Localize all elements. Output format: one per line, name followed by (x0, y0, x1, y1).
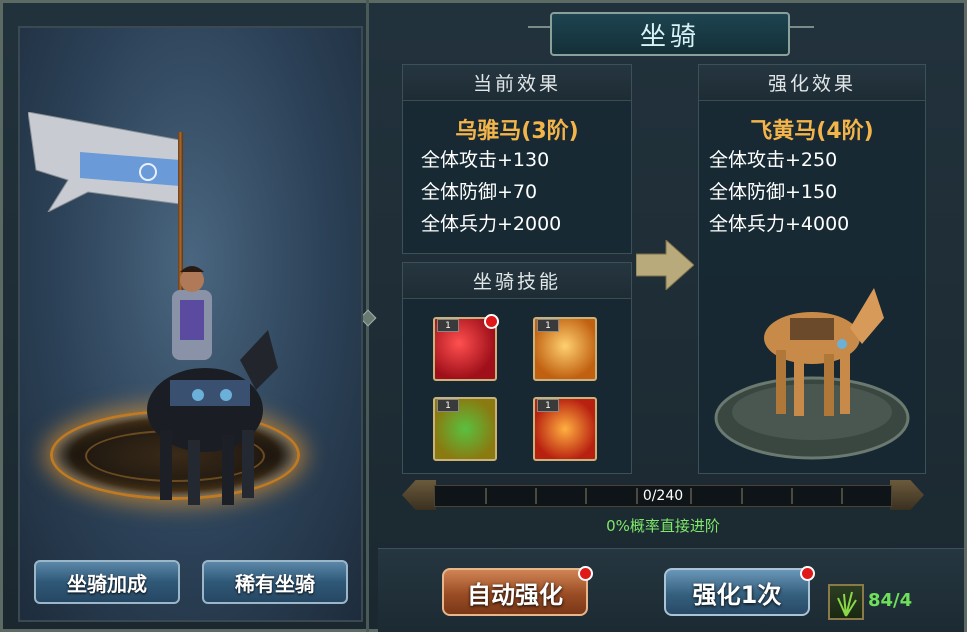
auto-enhance-button[interactable]: 自动强化 (442, 568, 588, 616)
rider-on-black-horse-icon (147, 266, 278, 505)
enhanced-stat-troops: 全体兵力+4000 (709, 213, 850, 235)
skill-level-label: 1 (537, 399, 559, 412)
enhanced-stat-attack: 全体攻击+250 (709, 149, 838, 171)
skill-level-label: 1 (537, 319, 559, 332)
progress-cap-right (890, 480, 924, 510)
enhanced-effect-header: 强化效果 (699, 65, 925, 101)
mount-bonus-button[interactable]: 坐骑加成 (34, 560, 180, 604)
enhance-once-button[interactable]: 强化1次 (664, 568, 810, 616)
advance-chance-text: 0%概率直接进阶 (606, 517, 720, 535)
current-stat-troops: 全体兵力+2000 (421, 213, 562, 235)
golden-horse-icon (714, 288, 910, 460)
fire-burst-skill-icon[interactable]: 1 (533, 397, 597, 461)
notification-dot (484, 314, 499, 329)
golden-warrior-skill-icon[interactable]: 1 (533, 317, 597, 381)
banner-flag-icon (28, 112, 180, 212)
current-effect-panel: 当前效果 乌骓马(3阶) 全体攻击+130 全体防御+70 全体兵力+2000 (402, 64, 632, 254)
current-stat-attack: 全体攻击+130 (421, 149, 550, 171)
title-ornament-right (790, 26, 814, 28)
enhance-progress-bar: 0/240 (402, 480, 924, 510)
progress-text: 0/240 (642, 488, 684, 504)
mount-skills-header: 坐骑技能 (403, 263, 631, 299)
skill-level-label: 1 (437, 399, 459, 412)
current-mount-name: 乌骓马(3阶) (455, 119, 579, 144)
arrow-right-icon (636, 240, 694, 290)
page-title-text: 坐骑 (639, 21, 700, 52)
grass-icon (837, 591, 857, 617)
page-title: 坐骑 (550, 12, 790, 56)
current-stat-defense: 全体防御+70 (421, 181, 538, 203)
progress-track: 0/240 (434, 485, 892, 507)
progress-cap-left (402, 480, 436, 510)
title-ornament-left (528, 26, 550, 28)
material-count: 84/4 (868, 590, 913, 611)
skill-level-label: 1 (437, 319, 459, 332)
enhanced-stat-defense: 全体防御+150 (709, 181, 838, 203)
rare-mount-button[interactable]: 稀有坐骑 (202, 560, 348, 604)
notification-dot (578, 566, 593, 581)
green-figure-skill-icon[interactable]: 1 (433, 397, 497, 461)
current-effect-header: 当前效果 (403, 65, 631, 101)
notification-dot (800, 566, 815, 581)
enhanced-mount-name: 飞黄马(4阶) (750, 119, 874, 144)
grass-material-icon[interactable] (828, 584, 864, 620)
